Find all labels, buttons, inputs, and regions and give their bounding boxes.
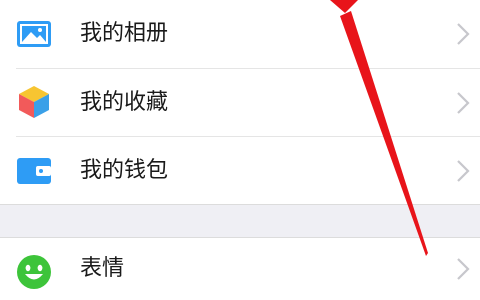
favorites-cube-icon — [16, 84, 52, 120]
chevron-right-icon — [456, 159, 470, 183]
menu-item-favorites[interactable]: 我的收藏 — [0, 69, 480, 136]
chevron-right-icon — [456, 257, 470, 281]
chevron-right-icon — [456, 22, 470, 46]
menu-item-label: 我的收藏 — [80, 89, 169, 115]
chevron-right-icon — [456, 91, 470, 115]
menu-item-label: 表情 — [80, 256, 125, 281]
menu-item-album[interactable]: 我的相册 — [0, 0, 480, 68]
menu-item-label: 我的钱包 — [80, 157, 169, 183]
emoji-smiley-icon — [16, 254, 52, 290]
wallet-icon — [16, 153, 52, 189]
menu-item-emoji[interactable]: 表情 — [0, 238, 480, 300]
photo-album-icon — [16, 16, 52, 52]
section-separator — [0, 205, 480, 237]
menu-item-wallet[interactable]: 我的钱包 — [0, 137, 480, 204]
menu-item-label: 我的相册 — [80, 21, 169, 46]
